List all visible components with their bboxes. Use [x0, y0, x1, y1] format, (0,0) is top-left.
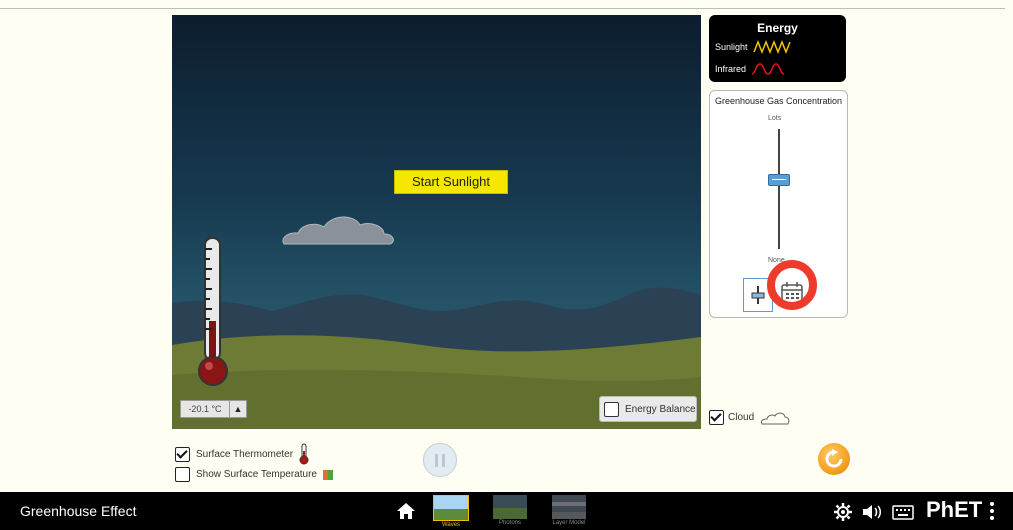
- show-surface-temperature-checkbox[interactable]: [175, 467, 190, 482]
- energy-balance-label: Energy Balance: [625, 403, 696, 415]
- pause-icon: [435, 453, 438, 467]
- reset-icon: [825, 449, 843, 468]
- cloud-label: Cloud: [728, 412, 755, 423]
- slider-min-label: None: [768, 257, 785, 264]
- energy-legend: Energy Sunlight Infrared: [709, 15, 846, 82]
- calendar-icon: [781, 282, 803, 304]
- start-sunlight-button[interactable]: Start Sunlight: [394, 170, 508, 194]
- waves-screen-icon: [433, 495, 469, 521]
- phet-logo[interactable]: PhET: [926, 497, 982, 523]
- concentration-slider-thumb[interactable]: [768, 174, 790, 187]
- screen-tab-label: Layer Model: [552, 520, 586, 526]
- reset-all-button[interactable]: [818, 443, 850, 475]
- concentration-slider-track[interactable]: [778, 129, 780, 249]
- screen-tab-waves[interactable]: Waves: [432, 495, 470, 529]
- greenhouse-gas-panel: Greenhouse Gas Concentration Lots None: [709, 90, 848, 318]
- kebab-menu-icon[interactable]: [990, 502, 994, 523]
- screen-tab-layer-model[interactable]: Layer Model: [550, 495, 588, 529]
- simulation-scene[interactable]: Start Sunlight -20.1 °C ▲ Energy Balance: [172, 15, 701, 429]
- home-icon[interactable]: [396, 502, 416, 520]
- landscape: [172, 287, 701, 429]
- show-surface-temperature-toggle[interactable]: Show Surface Temperature: [175, 467, 333, 482]
- temperature-color-swatch-icon: [323, 469, 333, 480]
- date-mode-button[interactable]: [774, 275, 810, 311]
- slider-mode-button[interactable]: [743, 278, 773, 312]
- keyboard-icon[interactable]: [892, 503, 914, 521]
- cloud-icon: [761, 412, 790, 424]
- slider-max-label: Lots: [768, 115, 782, 122]
- infrared-label: Infrared: [715, 64, 747, 74]
- sunlight-label: Sunlight: [715, 42, 748, 52]
- cloud-toggle[interactable]: Cloud: [709, 410, 790, 425]
- sunlight-wave-icon: [752, 40, 791, 54]
- speaker-icon[interactable]: [862, 503, 882, 521]
- greenhouse-gas-title: Greenhouse Gas Concentration: [714, 96, 843, 106]
- show-surface-temperature-label: Show Surface Temperature: [196, 469, 317, 480]
- cloud-checkbox[interactable]: [709, 410, 724, 425]
- screen-tab-photons[interactable]: Photons: [491, 495, 529, 529]
- layer-model-screen-icon: [552, 495, 586, 519]
- infrared-wave-icon: [751, 63, 785, 75]
- surface-thermometer-checkbox[interactable]: [175, 446, 190, 462]
- screen-tab-label: Photons: [498, 520, 522, 526]
- surface-thermometer-toggle[interactable]: Surface Thermometer: [175, 443, 310, 465]
- thermometer-icon: [299, 443, 309, 465]
- legend-infrared: Infrared: [715, 62, 785, 76]
- cloud: [282, 216, 394, 245]
- slider-mode-icon: [751, 286, 765, 304]
- energy-legend-title: Energy: [757, 21, 798, 35]
- energy-balance-checkbox[interactable]: [604, 401, 619, 417]
- photons-screen-icon: [493, 495, 527, 519]
- gear-icon[interactable]: [834, 503, 852, 521]
- navigation-bar: Greenhouse Effect Waves Photons Layer Mo…: [0, 492, 1013, 530]
- top-divider: [0, 8, 1005, 9]
- energy-balance-toggle[interactable]: Energy Balance: [599, 396, 697, 422]
- temperature-value: -20.1 °C: [180, 400, 230, 418]
- surface-thermometer-label: Surface Thermometer: [196, 448, 294, 460]
- thermometer: [198, 237, 228, 386]
- legend-sunlight: Sunlight: [715, 40, 791, 54]
- pause-button[interactable]: [423, 443, 457, 477]
- temperature-readout: -20.1 °C ▲: [180, 400, 247, 418]
- phet-brand: PhET: [926, 497, 983, 522]
- screen-tab-label: Waves: [441, 522, 461, 528]
- sim-title: Greenhouse Effect: [20, 503, 137, 519]
- temperature-units-toggle[interactable]: ▲: [230, 400, 247, 418]
